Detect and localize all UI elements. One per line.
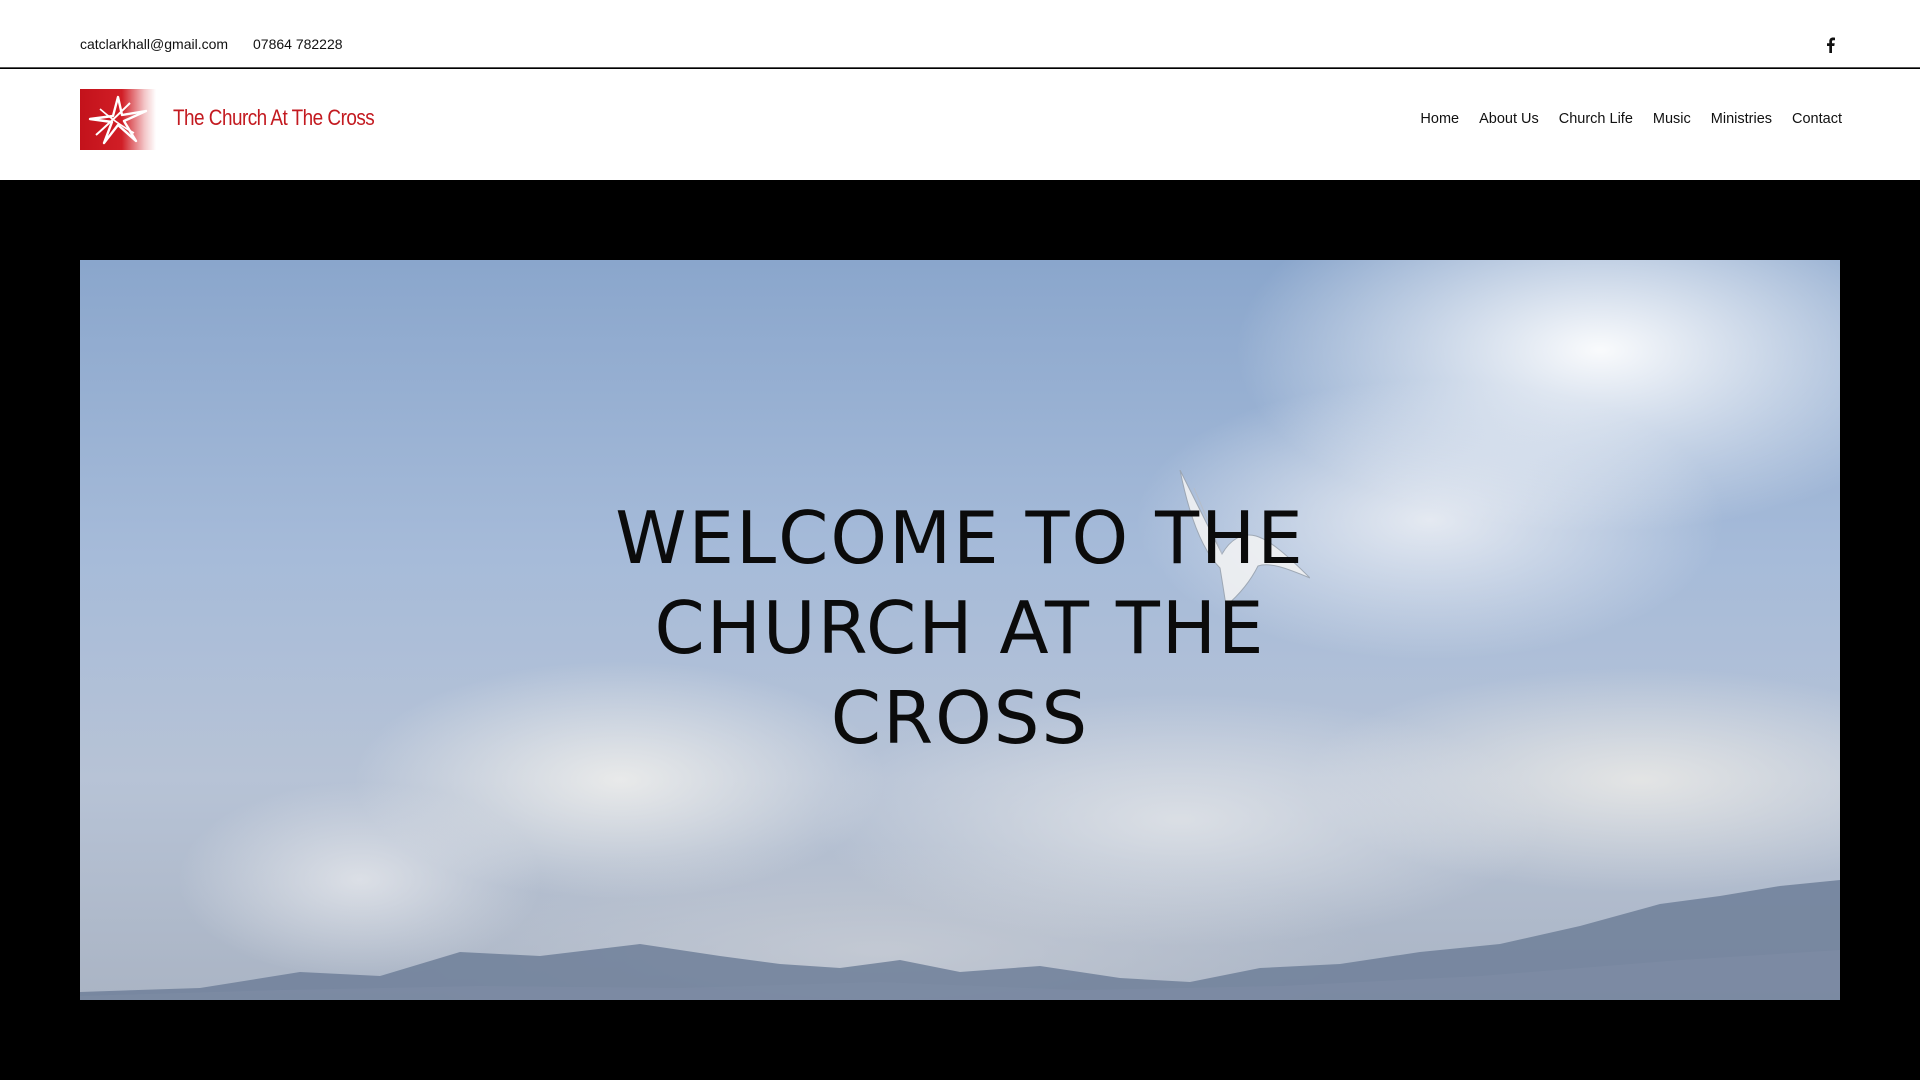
- main-navigation: Home About Us Church Life Music Ministri…: [1410, 111, 1842, 127]
- nav-item-about-us[interactable]: About Us: [1469, 111, 1549, 127]
- hero-title: WELCOME TO THE CHURCH AT THE CROSS: [80, 493, 1840, 763]
- mountain-silhouette: [80, 880, 1840, 1000]
- nav-item-ministries[interactable]: Ministries: [1701, 111, 1782, 127]
- site-name[interactable]: The Church At The Cross: [173, 105, 375, 131]
- hero-title-line: CHURCH AT THE: [654, 586, 1266, 670]
- nav-item-music[interactable]: Music: [1643, 111, 1701, 127]
- nav-item-contact[interactable]: Contact: [1782, 111, 1842, 127]
- nav-item-home[interactable]: Home: [1410, 111, 1469, 127]
- site-header: The Church At The Cross Home About Us Ch…: [0, 69, 1920, 180]
- hero-title-line: CROSS: [830, 676, 1090, 760]
- facebook-icon[interactable]: [1822, 36, 1838, 54]
- hero-title-line: WELCOME TO THE: [615, 496, 1305, 580]
- contact-email[interactable]: catclarkhall@gmail.com: [80, 36, 228, 52]
- nav-item-church-life[interactable]: Church Life: [1549, 111, 1643, 127]
- hero-banner: WELCOME TO THE CHURCH AT THE CROSS: [80, 260, 1840, 1000]
- top-contact-bar: catclarkhall@gmail.com 07864 782228: [0, 0, 1920, 68]
- contact-phone[interactable]: 07864 782228: [253, 36, 343, 52]
- church-cross-logo[interactable]: [80, 89, 156, 150]
